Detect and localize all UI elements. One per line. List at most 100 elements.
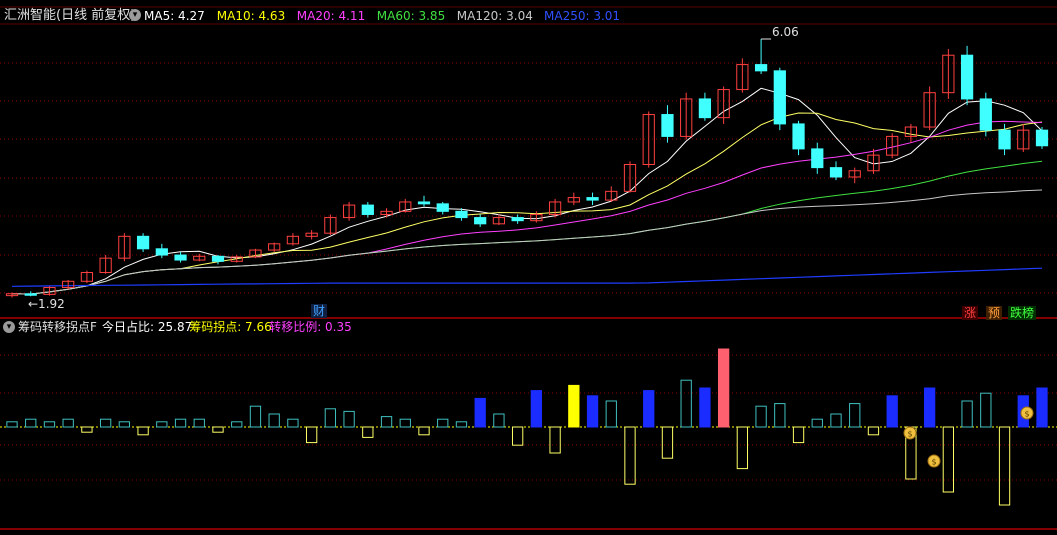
candle-body (586, 197, 599, 201)
indicator-bar (867, 426, 880, 436)
legend-item[interactable]: 筹码拐点: 7.66 (189, 320, 272, 334)
candle-body (211, 255, 225, 262)
candle-body (960, 54, 974, 100)
indicator-bar (980, 392, 992, 428)
candle-body (174, 254, 187, 261)
legend-item[interactable]: MA20: 4.11 (297, 9, 365, 23)
candle-body (998, 129, 1011, 150)
indicator-bar (886, 395, 898, 428)
candle-body (754, 64, 768, 72)
indicator-bar (81, 426, 93, 433)
indicator-bar (474, 397, 486, 428)
candle-body (661, 114, 674, 137)
indicator-bar (830, 413, 842, 428)
indicator-bar (792, 426, 805, 444)
indicator-bar (324, 408, 337, 428)
indicator-bar (455, 421, 468, 428)
indicator-bar (193, 418, 205, 428)
ma250-line (11, 267, 1043, 287)
indicator-bar (174, 418, 187, 428)
indicator-bar (680, 379, 692, 428)
legend-item[interactable]: MA250: 3.01 (544, 9, 620, 23)
money-bag-icon-glyph: $ (931, 458, 936, 467)
legend-item[interactable]: MA5: 4.27 (144, 9, 205, 23)
indicator-bar (343, 410, 355, 428)
candle-body (792, 123, 805, 150)
indicator-bar (418, 426, 430, 436)
chart-canvas: $ $ $ (0, 6, 1057, 530)
indicator-bar (568, 384, 580, 428)
legend-item[interactable]: 转移比例: 0.35 (269, 320, 352, 334)
indicator-bar (137, 426, 149, 436)
indicator-bar (212, 426, 224, 433)
candle-body (1035, 129, 1049, 147)
indicator-bar (586, 395, 599, 428)
indicator-bar (774, 403, 786, 428)
candle-body (511, 217, 524, 222)
ma-line (11, 87, 1043, 295)
indicator-bar (380, 416, 393, 428)
cai-badge[interactable]: 财 (311, 304, 328, 318)
indicator-bar (25, 418, 37, 428)
indicator-bar (399, 418, 411, 428)
indicator-bar (231, 421, 243, 428)
indicator-bar (998, 426, 1011, 506)
money-bag-icon-glyph: $ (1024, 410, 1029, 419)
indicator-bar (62, 418, 74, 428)
indicator-bar (736, 426, 749, 470)
grid (0, 6, 1057, 530)
candle-body (436, 203, 449, 212)
indicator-bar (493, 413, 505, 428)
candle-body (698, 98, 712, 119)
indicator-bar (942, 426, 955, 493)
ma-line (11, 112, 1043, 295)
candle-body (474, 217, 487, 225)
low-price-label: ←1.92 (28, 297, 65, 311)
indicator-bar (549, 426, 561, 454)
indicator-name[interactable]: 筹码转移拐点F (18, 320, 97, 334)
legend-item[interactable]: MA120: 3.04 (457, 9, 533, 23)
candle-body (773, 70, 786, 125)
indicator-bar (717, 348, 730, 428)
legend-item[interactable]: 今日占比: 25.87 (102, 320, 192, 334)
indicator-bar (961, 400, 973, 428)
indicator-bar (661, 426, 674, 459)
indicator-bar (755, 405, 767, 428)
indicator-bar (699, 387, 711, 428)
legend-item[interactable]: MA10: 4.63 (217, 9, 285, 23)
zhang-badge[interactable]: 涨 (962, 306, 979, 320)
indicator-bar (923, 387, 936, 428)
indicator-bar (43, 421, 56, 428)
candle-body (136, 235, 150, 250)
legend-item[interactable]: MA60: 3.85 (377, 9, 445, 23)
candle-body (829, 167, 843, 178)
ma-lines (11, 87, 1043, 295)
indicator-bar (249, 405, 262, 428)
indicator-bar (811, 418, 823, 428)
stock-title[interactable]: 汇洲智能(日线 前复权) (4, 9, 135, 23)
candle-body (417, 201, 431, 205)
indicator-bar (118, 421, 131, 428)
indicator-bar (305, 426, 318, 444)
indicator-bar (643, 390, 655, 428)
indicator-settings-icon[interactable]: ▾ (3, 321, 15, 333)
money-bag-icon-glyph: $ (907, 430, 912, 439)
candle-body (155, 248, 168, 256)
indicator-bar (287, 418, 299, 428)
indicator-bar (605, 400, 617, 428)
indicator-bar (530, 390, 543, 428)
indicator-bar (6, 421, 18, 428)
indicator-bar (437, 418, 449, 428)
settings-icon[interactable]: ▾ (129, 9, 141, 21)
candle-body (24, 293, 37, 296)
chart-stage: $ $ $ 汇洲智能(日线 前复权) ▾ ▾ 筹码转移拐点F 财 涨 预 跌榜 6.… (0, 0, 1057, 531)
indicator-bar (849, 403, 861, 428)
dieban-badge[interactable]: 跌榜 (1008, 306, 1037, 320)
yu-badge[interactable]: 预 (986, 306, 1003, 320)
indicator-bar (268, 413, 280, 428)
indicator-bar (99, 418, 112, 428)
indicator-bar (156, 421, 168, 428)
ma-line (11, 189, 1043, 295)
indicator-bars (0, 348, 1057, 506)
candle-body (455, 210, 468, 219)
